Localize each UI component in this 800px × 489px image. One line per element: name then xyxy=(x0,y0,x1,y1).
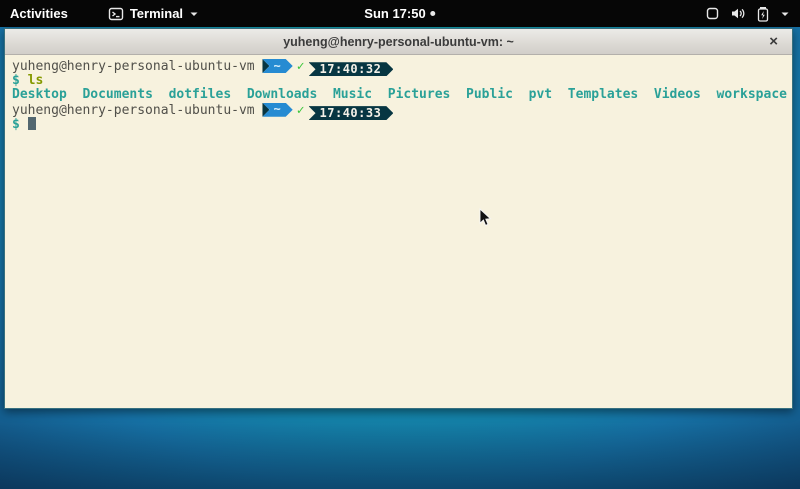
prompt-time-segment: 17:40:33 xyxy=(309,106,394,120)
prompt-time-segment: 17:40:32 xyxy=(309,62,394,76)
app-menu-label: Terminal xyxy=(130,6,183,21)
volume-icon xyxy=(730,6,746,21)
notification-dot-icon xyxy=(431,11,436,16)
top-bar: Activities Terminal Sun 17:50 xyxy=(0,0,800,27)
ls-item: Videos xyxy=(654,87,701,102)
battery-charging-icon xyxy=(756,6,770,22)
ls-item: Templates xyxy=(568,87,638,102)
ls-output-line: Desktop Documents dotfiles Downloads Mus… xyxy=(12,88,792,103)
ls-item: Documents xyxy=(82,87,152,102)
ls-item: dotfiles xyxy=(169,87,232,102)
ls-item: Pictures xyxy=(388,87,451,102)
mouse-cursor-icon xyxy=(479,208,492,232)
activities-button[interactable]: Activities xyxy=(0,6,80,21)
prompt-status-check: ✓ xyxy=(293,103,309,118)
terminal-content[interactable]: yuheng@henry-personal-ubuntu-vm ~✓17:40:… xyxy=(5,55,792,408)
typed-command: ls xyxy=(28,73,44,88)
app-menu-terminal[interactable]: Terminal xyxy=(108,6,199,22)
window-title-bar[interactable]: yuheng@henry-personal-ubuntu-vm: ~ × xyxy=(5,29,792,55)
app-menu-chevron-icon xyxy=(189,10,199,18)
prompt-user-host: yuheng@henry-personal-ubuntu-vm xyxy=(12,59,255,74)
ls-item: Downloads xyxy=(247,87,317,102)
terminal-app-icon xyxy=(108,6,124,22)
ls-item: Music xyxy=(333,87,372,102)
system-status-area[interactable] xyxy=(705,0,790,27)
prompt-user-host: yuheng@henry-personal-ubuntu-vm xyxy=(12,103,255,118)
close-button[interactable]: × xyxy=(769,35,778,49)
ls-item: pvt xyxy=(529,87,552,102)
desktop: Activities Terminal Sun 17:50 xyxy=(0,0,800,489)
terminal-cursor xyxy=(28,117,36,130)
window-title: yuheng@henry-personal-ubuntu-vm: ~ xyxy=(283,35,514,49)
prompt-line-1: yuheng@henry-personal-ubuntu-vm ~✓17:40:… xyxy=(12,59,792,74)
prompt-status-check: ✓ xyxy=(293,59,309,74)
ls-item: Public xyxy=(466,87,513,102)
ls-item: workspace xyxy=(717,87,787,102)
prompt-symbol: $ xyxy=(12,73,20,88)
command-line-1: $ ls xyxy=(12,74,792,89)
prompt-symbol: $ xyxy=(12,117,20,132)
screen-icon xyxy=(705,6,720,21)
prompt-line-2: yuheng@henry-personal-ubuntu-vm ~✓17:40:… xyxy=(12,103,792,118)
command-line-2: $ xyxy=(12,117,792,132)
clock[interactable]: Sun 17:50 xyxy=(364,0,435,27)
chevron-down-icon xyxy=(780,10,790,18)
ls-item: Desktop xyxy=(12,87,67,102)
clock-label: Sun 17:50 xyxy=(364,6,425,21)
terminal-window: yuheng@henry-personal-ubuntu-vm: ~ × yuh… xyxy=(4,28,793,409)
